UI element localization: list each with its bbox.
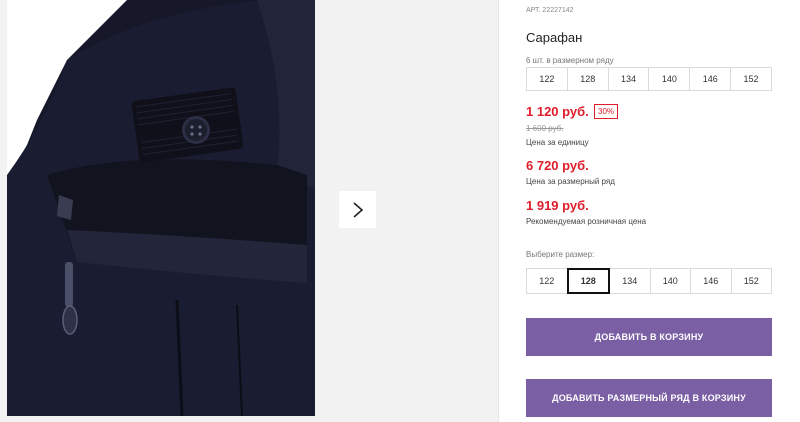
sarafan-photo-illustration: [7, 0, 315, 416]
pack-price-caption: Цена за размерный ряд: [526, 177, 615, 186]
gallery-next-button[interactable]: [339, 191, 376, 228]
pack-size-cell: 152: [730, 67, 772, 91]
chevron-right-icon: [352, 201, 363, 218]
size-option[interactable]: 152: [730, 268, 772, 294]
sku-line: АРТ. 22227142: [526, 7, 574, 14]
pack-price: 6 720 руб.: [526, 158, 589, 173]
sku-label: АРТ.: [526, 7, 541, 14]
add-pack-to-cart-button[interactable]: ДОБАВИТЬ РАЗМЕРНЫЙ РЯД В КОРЗИНУ: [526, 379, 772, 417]
choose-size-label: Выберите размер:: [526, 250, 595, 259]
size-option[interactable]: 134: [609, 268, 651, 294]
pack-size-cell: 122: [526, 67, 568, 91]
sku-value: 22227142: [542, 7, 574, 14]
product-title: Сарафан: [526, 30, 583, 45]
size-option[interactable]: 146: [690, 268, 732, 294]
discount-badge: 30%: [594, 104, 619, 119]
panel-divider: [498, 0, 499, 422]
retail-price: 1 919 руб.: [526, 198, 589, 213]
unit-price: 1 120 руб.: [526, 104, 589, 119]
size-option-selected[interactable]: 128: [566, 268, 610, 294]
pack-size-cell: 134: [607, 67, 650, 91]
pack-size-cell: 146: [689, 67, 732, 91]
size-option[interactable]: 140: [649, 268, 691, 294]
size-selector: 122 128 134 140 146 152: [526, 268, 772, 294]
pack-size-cell: 128: [566, 67, 609, 91]
product-photo: [7, 0, 315, 416]
size-option[interactable]: 122: [526, 268, 568, 294]
pack-size-cell: 140: [648, 67, 691, 91]
add-to-cart-button[interactable]: ДОБАВИТЬ В КОРЗИНУ: [526, 318, 772, 356]
unit-price-caption: Цена за единицу: [526, 138, 589, 147]
retail-price-caption: Рекомендуемая розничная цена: [526, 217, 647, 226]
pack-info-label: 6 шт. в размерном ряду: [526, 56, 614, 65]
pack-sizes-row: 122 128 134 140 146 152: [526, 67, 772, 91]
product-gallery: [0, 0, 498, 422]
old-price: 1 600 руб.: [526, 124, 564, 133]
